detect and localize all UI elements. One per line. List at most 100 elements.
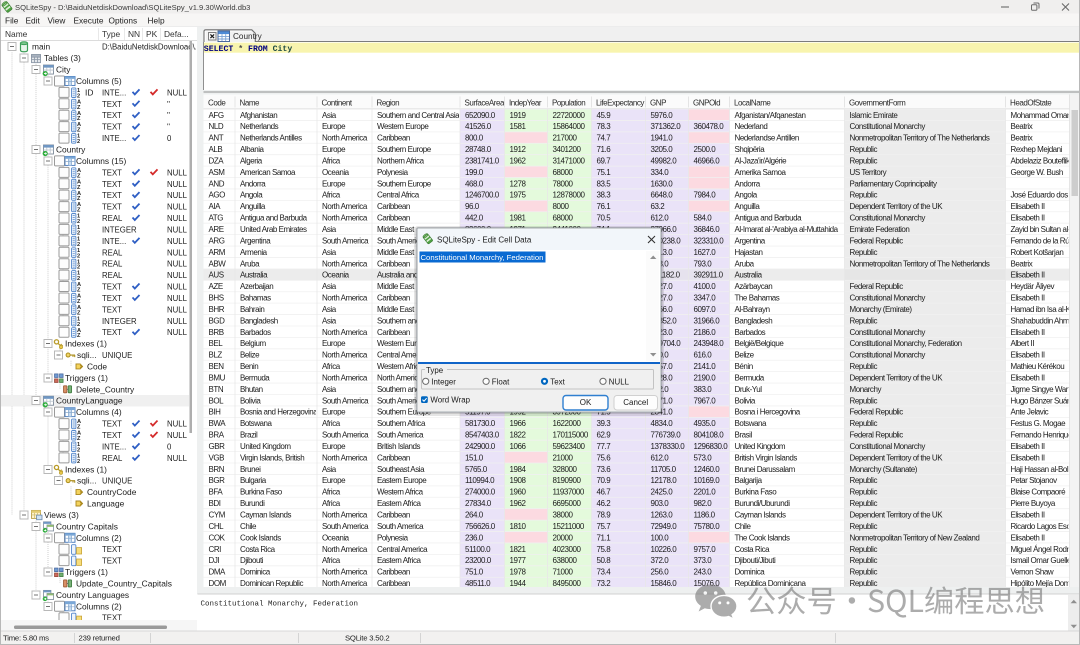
svg-text:REAL: REAL — [102, 214, 123, 223]
svg-text:12178.0: 12178.0 — [651, 476, 678, 485]
svg-text:DZA: DZA — [209, 156, 225, 165]
svg-text:Africa: Africa — [322, 362, 341, 371]
svg-text:Columns (2): Columns (2) — [76, 601, 122, 611]
svg-text:78.9: 78.9 — [597, 511, 612, 520]
svg-text:Republic: Republic — [850, 579, 878, 588]
svg-text:Federal Republic: Federal Republic — [850, 408, 904, 417]
svg-text:5976.0: 5976.0 — [651, 111, 674, 120]
svg-text:SQLiteSpy - Edit Cell Data: SQLiteSpy - Edit Cell Data — [437, 236, 532, 245]
svg-text:NULL: NULL — [167, 203, 188, 212]
svg-text:Heydär Äliyev: Heydär Äliyev — [1011, 282, 1055, 291]
svg-text:Federal Republic: Federal Republic — [850, 282, 904, 291]
svg-text:392911.0: 392911.0 — [694, 271, 724, 280]
svg-text:HeadOfState: HeadOfState — [1010, 98, 1052, 107]
svg-text:Burkina Faso: Burkina Faso — [240, 488, 283, 497]
svg-text:Constitutional Monarchy, Feder: Constitutional Monarchy, Federation — [421, 253, 544, 262]
svg-text:1296830.0: 1296830.0 — [694, 442, 729, 451]
svg-text:74.7: 74.7 — [597, 134, 612, 143]
svg-text:SQLiteSpy - D:\BaiduNetdiskDow: SQLiteSpy - D:\BaiduNetdiskDownload\SQLi… — [15, 3, 250, 12]
svg-text:British Islands: British Islands — [377, 442, 420, 451]
svg-text:INTE...: INTE... — [102, 134, 126, 143]
svg-text:1378330.0: 1378330.0 — [651, 442, 686, 451]
svg-text:CountryCode: CountryCode — [87, 487, 137, 497]
svg-text:Constitutional Monarchy: Constitutional Monarchy — [850, 294, 926, 303]
svg-text:Caribbean: Caribbean — [377, 202, 410, 211]
svg-text:1278: 1278 — [510, 179, 527, 188]
svg-text:6648.0: 6648.0 — [651, 191, 674, 200]
svg-text:1627.0: 1627.0 — [694, 248, 717, 257]
svg-text:199.0: 199.0 — [465, 168, 484, 177]
svg-text:371362.0: 371362.0 — [651, 122, 682, 131]
svg-text:File: File — [5, 16, 19, 26]
svg-text:Eastern Africa: Eastern Africa — [377, 499, 422, 508]
svg-text:Mohammad Omar: Mohammad Omar — [1011, 111, 1070, 120]
svg-text:AND: AND — [209, 179, 225, 188]
svg-text:NN: NN — [128, 29, 140, 39]
svg-text:Constitutional Monarchy, Feder: Constitutional Monarchy, Federation — [201, 601, 359, 609]
svg-text:Middle East: Middle East — [377, 282, 415, 291]
svg-text:CYM: CYM — [209, 511, 226, 520]
svg-text:Caribbean: Caribbean — [377, 579, 410, 588]
svg-text:Hugo Bánzer Suárez: Hugo Bánzer Suárez — [1011, 396, 1078, 405]
svg-text:100.0: 100.0 — [651, 533, 670, 542]
svg-text:Dependent Territory of the UK: Dependent Territory of the UK — [850, 453, 944, 462]
svg-text:Chile: Chile — [735, 522, 752, 531]
svg-text:982.0: 982.0 — [694, 499, 713, 508]
svg-text:TEXT: TEXT — [102, 123, 122, 132]
svg-text:Nonmetropolitan Territory of T: Nonmetropolitan Territory of The Netherl… — [850, 259, 990, 268]
svg-text:73.4: 73.4 — [597, 568, 612, 577]
svg-text:BMU: BMU — [209, 373, 226, 382]
svg-text:1966: 1966 — [510, 419, 527, 428]
svg-text:Blaise Compaoré: Blaise Compaoré — [1011, 488, 1067, 497]
svg-text:Beatrix: Beatrix — [1011, 259, 1033, 268]
svg-text:3205.0: 3205.0 — [651, 145, 674, 154]
svg-text:Central America: Central America — [377, 545, 428, 554]
svg-text:main: main — [32, 42, 50, 52]
svg-text:Execute: Execute — [74, 16, 104, 26]
svg-text:NLD: NLD — [209, 122, 224, 131]
svg-text:South America: South America — [377, 522, 424, 531]
svg-text:Dependent Territory of the UK: Dependent Territory of the UK — [850, 373, 944, 382]
svg-text:GNP: GNP — [650, 98, 666, 107]
svg-text:Africa: Africa — [322, 556, 341, 565]
svg-text:Antigua and Barbuda: Antigua and Barbuda — [735, 214, 803, 223]
svg-text:Monarchy (Sultanate): Monarchy (Sultanate) — [850, 465, 918, 474]
svg-text:North America: North America — [322, 545, 368, 554]
svg-text:581730.0: 581730.0 — [465, 419, 496, 428]
svg-text:Elisabeth II: Elisabeth II — [1011, 511, 1045, 520]
svg-text:INTE...: INTE... — [102, 237, 126, 246]
svg-text:573.0: 573.0 — [694, 453, 713, 462]
svg-text:Europe: Europe — [322, 442, 346, 451]
svg-text:239 returned: 239 returned — [79, 634, 120, 643]
svg-text:Australia: Australia — [240, 271, 268, 280]
svg-text:Constitutional Monarchy: Constitutional Monarchy — [850, 328, 926, 337]
svg-text:2201.0: 2201.0 — [694, 488, 717, 497]
svg-text:Djibouti: Djibouti — [240, 556, 264, 565]
svg-text:Views (3): Views (3) — [44, 510, 79, 520]
svg-text:334.0: 334.0 — [651, 168, 670, 177]
svg-text:Edit: Edit — [26, 16, 41, 26]
svg-text:8547403.0: 8547403.0 — [465, 431, 500, 440]
svg-text:ATG: ATG — [209, 214, 224, 223]
svg-text:Bahamas: Bahamas — [240, 294, 271, 303]
svg-text:Middle East: Middle East — [377, 225, 415, 234]
svg-text:0: 0 — [167, 134, 172, 143]
svg-text:AGO: AGO — [209, 191, 226, 200]
svg-text:Robert Kotšarjan: Robert Kotšarjan — [1011, 248, 1064, 257]
svg-text:NULL: NULL — [167, 294, 188, 303]
svg-text:ARG: ARG — [209, 236, 225, 245]
svg-text:INTEGER: INTEGER — [102, 225, 137, 234]
svg-text:15846.0: 15846.0 — [651, 579, 678, 588]
svg-text:The Cook Islands: The Cook Islands — [735, 533, 791, 542]
svg-text:Delete_Country: Delete_Country — [76, 384, 135, 394]
svg-text:Azärbaycan: Azärbaycan — [735, 282, 773, 291]
svg-text:Belize: Belize — [240, 351, 260, 360]
svg-text:83.5: 83.5 — [597, 179, 612, 188]
svg-text:0: 0 — [167, 442, 172, 451]
svg-text:Bangladesh: Bangladesh — [735, 316, 773, 325]
svg-text:1977: 1977 — [510, 556, 527, 565]
svg-text:Southern Europe: Southern Europe — [377, 179, 432, 188]
svg-text:12460.0: 12460.0 — [694, 465, 721, 474]
svg-text:Region: Region — [377, 98, 400, 107]
svg-text:4023000: 4023000 — [553, 545, 582, 554]
